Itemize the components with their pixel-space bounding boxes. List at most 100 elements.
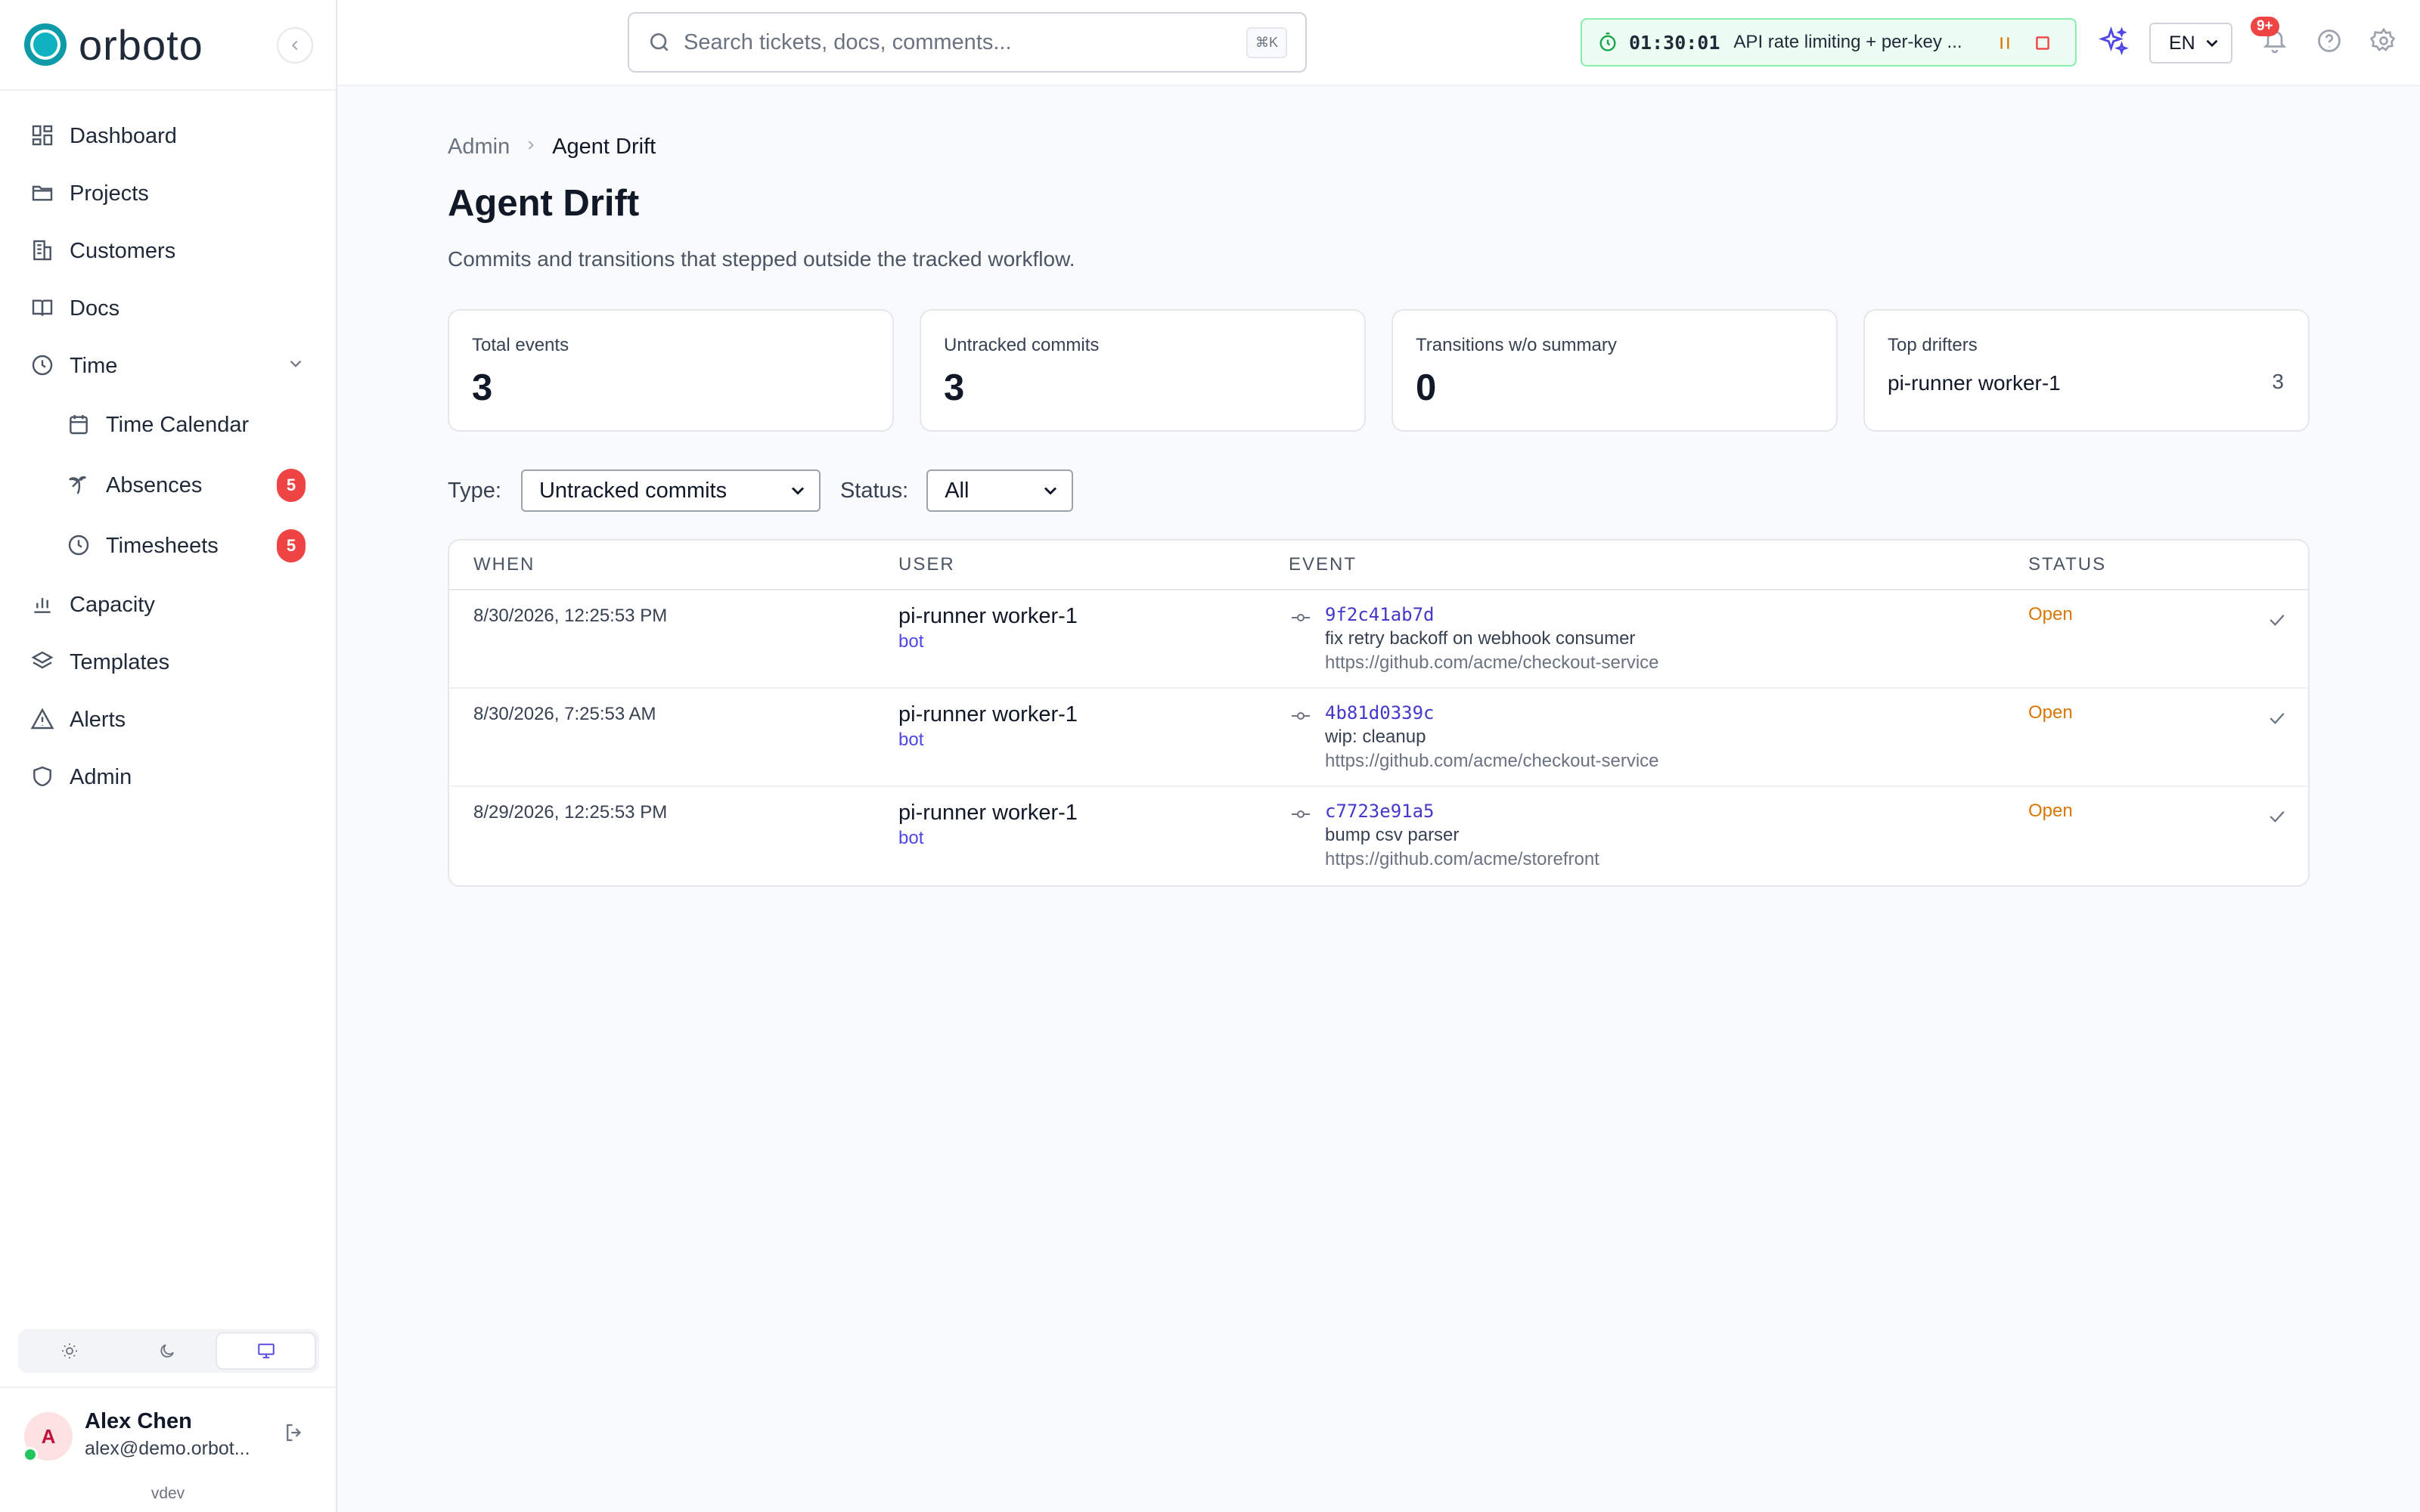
sidebar-item-templates[interactable]: Templates	[0, 634, 336, 691]
commit-repo[interactable]: https://github.com/acme/checkout-service	[1325, 652, 1659, 674]
stopwatch-icon	[1599, 33, 1616, 51]
commit-sha-link[interactable]: 4b81d0339c	[1325, 702, 1435, 723]
stop-icon	[2036, 36, 2049, 50]
main-area: Search tickets, docs, comments... ⌘K 01:…	[337, 0, 2420, 1512]
sidebar-item-capacity[interactable]: Capacity	[0, 576, 336, 634]
stop-timer-button[interactable]	[2033, 33, 2052, 58]
commit-sha-link[interactable]: 9f2c41ab7d	[1325, 604, 1435, 625]
top-drifter-count: 3	[2272, 370, 2284, 393]
sidebar-item-absences[interactable]: Absences 5	[0, 455, 336, 516]
topbar: Search tickets, docs, comments... ⌘K 01:…	[337, 0, 2420, 86]
online-status-dot	[23, 1447, 38, 1462]
help-button[interactable]	[2316, 27, 2343, 58]
filters: Type: Untracked commits Status: All	[448, 469, 2310, 512]
stat-transitions-without-summary: Transitions w/o summary 0	[1392, 309, 1838, 432]
sidebar-item-alerts[interactable]: Alerts	[0, 691, 336, 748]
sidebar-item-time[interactable]: Time	[0, 337, 336, 395]
status-filter-select[interactable]: All	[926, 469, 1074, 512]
stat-value: 0	[1416, 367, 1437, 408]
event-time: 8/29/2026, 12:25:53 PM	[473, 802, 668, 823]
clock-icon	[67, 533, 92, 559]
column-header-event: EVENT	[1289, 554, 1357, 575]
event-time: 8/30/2026, 7:25:53 AM	[473, 704, 656, 724]
breadcrumb: Admin Agent Drift	[448, 135, 2310, 160]
commit-message: wip: cleanup	[1325, 727, 1426, 747]
sparkles-icon	[2098, 26, 2129, 56]
moon-icon	[160, 1344, 174, 1358]
resolve-button[interactable]	[2266, 707, 2288, 733]
stat-label: Transitions w/o summary	[1416, 335, 1617, 355]
top-drifter-name: pi-runner worker-1	[1888, 371, 2061, 395]
dark-theme-button[interactable]	[119, 1332, 216, 1370]
sidebar-item-timesheets[interactable]: Timesheets 5	[0, 516, 336, 576]
search-icon	[650, 33, 669, 51]
stat-label: Top drifters	[1888, 335, 1978, 355]
chevron-down-icon	[2202, 33, 2222, 58]
notifications-badge: 9+	[2251, 17, 2279, 36]
sidebar-item-label: Absences	[106, 472, 203, 497]
sidebar-item-customers[interactable]: Customers	[0, 222, 336, 280]
chevron-down-icon	[1040, 480, 1061, 507]
search-input[interactable]: Search tickets, docs, comments... ⌘K	[628, 12, 1307, 73]
search-shortcut: ⌘K	[1246, 27, 1287, 58]
gear-icon	[2369, 27, 2396, 51]
sidebar-item-label: Dashboard	[70, 123, 177, 148]
stat-value: 3	[472, 367, 493, 408]
timer-time: 01:30:01	[1629, 31, 1720, 54]
active-timer[interactable]: 01:30:01 API rate limiting + per-key ...	[1581, 18, 2077, 67]
breadcrumb-current: Agent Drift	[552, 135, 656, 159]
sidebar-item-time-calendar[interactable]: Time Calendar	[0, 395, 336, 455]
column-header-status: STATUS	[2028, 554, 2107, 575]
pause-timer-button[interactable]	[1995, 33, 2015, 58]
stats-row: Total events 3 Untracked commits 3 Trans…	[448, 309, 2310, 432]
git-commit-icon	[1290, 807, 1311, 826]
event-user: pi-runner worker-1	[898, 702, 1078, 727]
sidebar-item-docs[interactable]: Docs	[0, 280, 336, 337]
type-filter-select[interactable]: Untracked commits	[520, 469, 821, 512]
system-theme-button[interactable]	[216, 1332, 317, 1370]
warning-triangle-icon	[30, 707, 56, 733]
stat-top-drifters: Top drifters pi-runner worker-1 3	[1863, 309, 2310, 432]
commit-sha-link[interactable]: c7723e91a5	[1325, 801, 1435, 822]
sidebar-item-label: Alerts	[70, 707, 126, 732]
resolve-button[interactable]	[2266, 609, 2288, 635]
logout-button[interactable]	[283, 1421, 306, 1448]
app-version: vdev	[150, 1485, 185, 1502]
sidebar-item-label: Customers	[70, 238, 176, 263]
book-icon	[30, 296, 56, 321]
check-icon	[2270, 712, 2285, 724]
sidebar-item-admin[interactable]: Admin	[0, 748, 336, 806]
check-icon	[2270, 614, 2285, 626]
chevron-down-icon	[787, 480, 808, 507]
table-row: 8/30/2026, 7:25:53 AM pi-runner worker-1…	[449, 689, 2308, 787]
monitor-icon	[257, 1343, 275, 1359]
commit-message: fix retry backoff on webhook consumer	[1325, 628, 1636, 649]
sidebar-item-label: Docs	[70, 296, 120, 321]
status-filter-label: Status:	[839, 478, 909, 503]
clock-icon	[30, 353, 56, 379]
pause-icon	[2000, 37, 2009, 49]
commit-repo[interactable]: https://github.com/acme/storefront	[1325, 849, 1599, 870]
brand: orboto	[0, 0, 336, 91]
brand-name: orboto	[79, 20, 203, 69]
stat-value: 3	[944, 367, 965, 408]
theme-toggle	[18, 1329, 319, 1373]
column-header-when: WHEN	[473, 554, 535, 575]
git-commit-icon	[1290, 610, 1311, 629]
user-profile: A Alex Chen alex@demo.orbot... vdev	[0, 1387, 336, 1512]
breadcrumb-admin[interactable]: Admin	[448, 135, 510, 160]
page-title: Agent Drift	[448, 183, 640, 224]
stat-label: Untracked commits	[944, 335, 1100, 355]
light-theme-button[interactable]	[21, 1332, 119, 1370]
sidebar-item-projects[interactable]: Projects	[0, 165, 336, 222]
commit-repo[interactable]: https://github.com/acme/checkout-service	[1325, 751, 1659, 772]
sidebar-item-dashboard[interactable]: Dashboard	[0, 107, 336, 165]
resolve-button[interactable]	[2266, 805, 2288, 832]
check-icon	[2270, 810, 2285, 823]
language-select[interactable]: EN	[2149, 23, 2232, 64]
settings-button[interactable]	[2369, 27, 2397, 58]
collapse-sidebar-button[interactable]	[277, 27, 313, 64]
ai-assistant-button[interactable]	[2098, 26, 2130, 61]
palm-tree-icon	[67, 472, 92, 498]
timer-task: API rate limiting + per-key ...	[1733, 32, 1962, 52]
